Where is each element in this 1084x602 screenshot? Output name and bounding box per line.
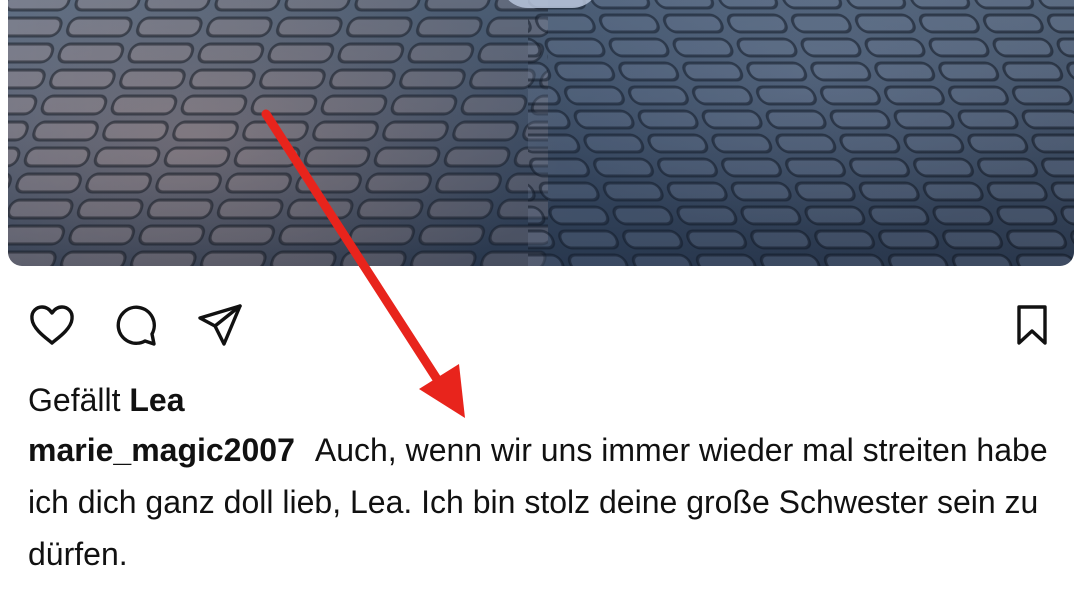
caption-username-link[interactable]: marie_magic2007 [28,432,295,468]
cobblestone-texture [8,0,1074,266]
post-image[interactable] [8,0,1074,266]
likes-summary: Gefällt Lea [28,380,185,420]
post-action-bar [0,296,1084,356]
send-icon [198,304,242,346]
heart-icon [30,305,74,345]
share-button[interactable] [195,300,245,350]
liked-by-user-link[interactable]: Lea [129,382,184,418]
comment-button[interactable] [111,300,161,350]
comment-icon [116,305,156,346]
save-button[interactable] [1007,300,1057,350]
like-button[interactable] [27,300,77,350]
likes-prefix: Gefällt [28,382,121,418]
post-caption: marie_magic2007 Auch, wenn wir uns immer … [28,424,1048,580]
bookmark-icon [1017,305,1047,345]
